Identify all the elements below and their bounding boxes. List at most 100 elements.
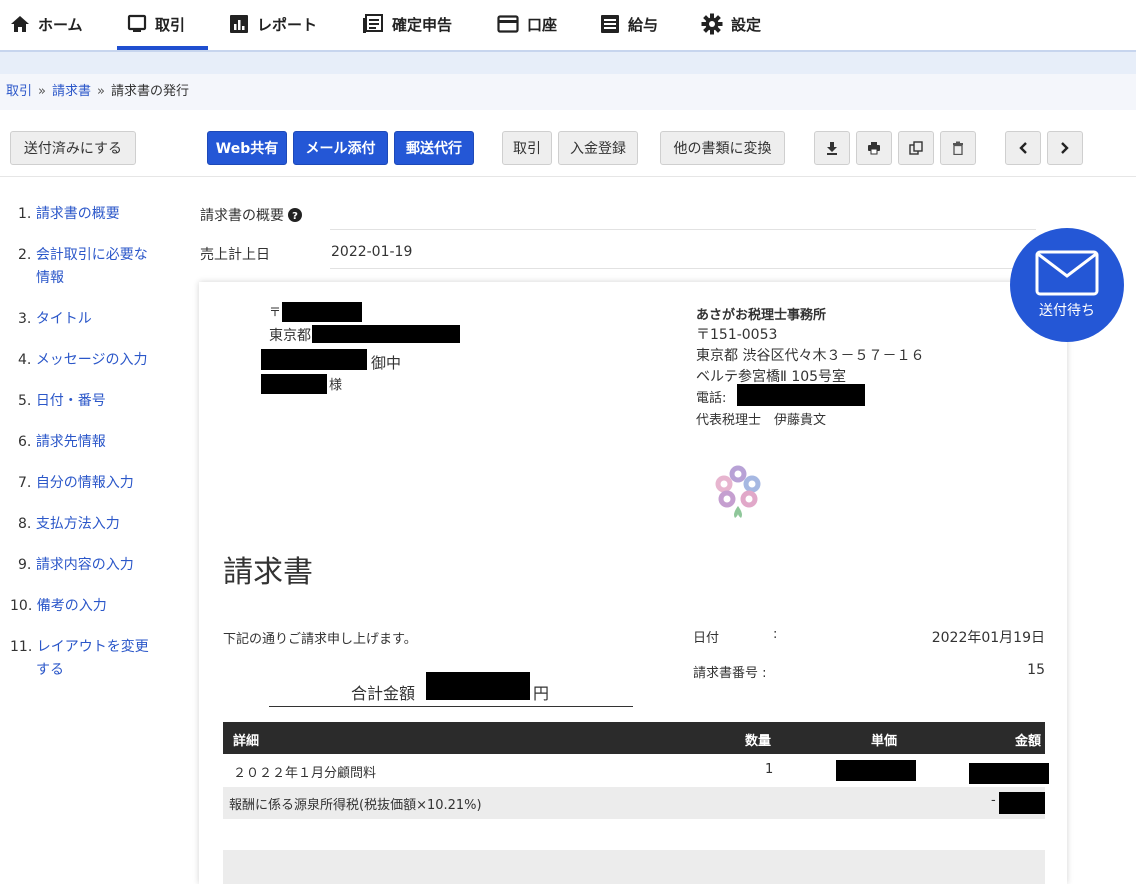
download-icon	[827, 142, 837, 155]
toolbar-divider	[0, 176, 1136, 177]
breadcrumb-separator: »	[38, 84, 46, 99]
tax-return-icon	[362, 14, 384, 34]
redacted-unit-price	[836, 760, 916, 781]
home-icon	[10, 15, 30, 33]
print-icon	[868, 142, 880, 155]
chevron-left-icon	[1019, 142, 1027, 154]
nav-report[interactable]: レポート	[229, 0, 317, 48]
nav-tax-return[interactable]: 確定申告	[362, 0, 452, 48]
copy-icon	[909, 141, 923, 155]
redacted-recipient-person	[261, 374, 327, 394]
sidebar-item-title[interactable]: 3. タイトル	[18, 308, 92, 331]
next-button[interactable]	[1047, 131, 1083, 165]
breadcrumb-invoice[interactable]: 請求書	[52, 84, 91, 99]
nav-tax-return-label: 確定申告	[392, 15, 453, 34]
recipient-prefecture: 東京都	[269, 328, 311, 344]
sidebar-item-client-info[interactable]: 6. 請求先情報	[18, 431, 106, 454]
recipient-postal-prefix: 〒	[269, 305, 282, 319]
nav-transaction[interactable]: 取引	[127, 0, 185, 48]
nav-report-label: レポート	[257, 15, 318, 34]
total-underline	[269, 706, 633, 707]
table-row: ２０２２年１月分顧問料 1	[223, 754, 1049, 787]
invoice-date-colon: :	[773, 627, 778, 642]
breadcrumb-separator: »	[97, 84, 105, 99]
breadcrumb: 取引 » 請求書 » 請求書の発行	[6, 80, 189, 99]
send-status-badge[interactable]: 送付待ち	[1010, 228, 1124, 342]
nav-settings-label: 設定	[731, 15, 762, 34]
nav-transaction-label: 取引	[155, 15, 186, 34]
top-nav: ホーム 取引 レポート 確定申告 口座 給与 設定	[0, 0, 1136, 50]
trash-icon	[953, 141, 963, 155]
issuer-postal: 〒151-0053	[696, 327, 778, 343]
nav-home-label: ホーム	[38, 15, 83, 34]
postal-proxy-button[interactable]: 郵送代行	[394, 131, 474, 165]
recipient-honorific-person: 様	[329, 378, 343, 393]
sidebar-item-own-info[interactable]: 7. 自分の情報入力	[18, 472, 134, 495]
redacted-issuer-phone	[737, 384, 865, 406]
redacted-recipient-postal	[282, 302, 362, 322]
invoice-footer-area	[223, 850, 1045, 884]
prev-button[interactable]	[1005, 131, 1041, 165]
issuer-address-line1: 東京都 渋谷区代々木３－５７－１６	[696, 348, 925, 364]
invoice-number-label: 請求書番号 :	[693, 666, 767, 681]
invoice-table-header: 詳細 数量 単価 金額	[223, 722, 1045, 754]
sidebar-item-date-number[interactable]: 5. 日付・番号	[18, 390, 106, 413]
sidebar-item-message[interactable]: 4. メッセージの入力	[18, 349, 148, 372]
convert-document-button[interactable]: 他の書類に変換	[660, 131, 785, 165]
copy-button[interactable]	[898, 131, 934, 165]
row-detail: ２０２２年１月分顧問料	[233, 766, 377, 781]
redacted-total-amount	[426, 672, 530, 700]
send-status-label: 送付待ち	[1039, 303, 1095, 319]
chevron-right-icon	[1061, 142, 1069, 154]
sidebar-item-overview[interactable]: 1. 請求書の概要	[18, 203, 120, 226]
overview-divider	[330, 229, 1036, 230]
transaction-icon	[127, 14, 147, 34]
print-button[interactable]	[856, 131, 892, 165]
invoice-preview: 〒 東京都 御中 様 あさがお税理士事務所 〒151-0053 東京都 渋谷区代…	[199, 282, 1067, 884]
redacted-recipient-company	[261, 349, 367, 370]
nav-payroll-label: 給与	[628, 15, 659, 34]
nav-account-label: 口座	[527, 15, 558, 34]
nav-settings[interactable]: 設定	[701, 0, 761, 48]
invoice-message: 下記の通りご請求申し上げます。	[223, 632, 417, 647]
mail-attach-button[interactable]: メール添付	[293, 131, 388, 165]
mark-sent-button[interactable]: 送付済みにする	[10, 131, 136, 165]
morning-glory-logo	[715, 465, 761, 518]
payment-register-button[interactable]: 入金登録	[558, 131, 638, 165]
gear-icon	[701, 13, 723, 35]
breadcrumb-transaction[interactable]: 取引	[6, 84, 32, 99]
delete-button[interactable]	[940, 131, 976, 165]
question-circle-icon[interactable]: ?	[288, 208, 303, 222]
redacted-withholding-amount	[999, 792, 1045, 814]
svg-text:?: ?	[293, 211, 299, 222]
total-amount-unit: 円	[533, 684, 550, 703]
report-icon	[229, 14, 249, 34]
total-amount-label: 合計金額	[351, 684, 416, 703]
sidebar-item-accounting-info[interactable]: 2. 会計取引に必要な 情報	[18, 244, 148, 290]
sales-date-value[interactable]: 2022-01-19	[331, 244, 412, 260]
sidebar-item-notes[interactable]: 10. 備考の入力	[10, 595, 107, 618]
invoice-number-value: 15	[1027, 662, 1045, 678]
sidebar-item-layout[interactable]: 11. レイアウトを変更 する	[10, 636, 149, 682]
row-amount-prefix: -	[991, 793, 996, 808]
nav-payroll[interactable]: 給与	[600, 0, 658, 48]
header-unit-price: 単価	[871, 734, 898, 749]
sidebar-item-invoice-content[interactable]: 9. 請求内容の入力	[18, 554, 134, 577]
invoice-title: 請求書	[223, 555, 313, 590]
account-card-icon	[497, 15, 519, 33]
recipient-honorific-company: 御中	[371, 354, 402, 372]
download-button[interactable]	[814, 131, 850, 165]
web-share-button[interactable]: Web共有	[207, 131, 287, 165]
sub-header-bar	[0, 52, 1136, 74]
issuer-name: あさがお税理士事務所	[696, 308, 827, 323]
sidebar-item-payment-method[interactable]: 8. 支払方法入力	[18, 513, 120, 536]
issuer-representative: 代表税理士 伊藤貴文	[696, 413, 827, 428]
invoice-date-label: 日付	[693, 631, 720, 646]
nav-home[interactable]: ホーム	[10, 0, 83, 48]
overview-heading: 請求書の概要 ?	[200, 205, 303, 225]
header-amount: 金額	[1014, 734, 1041, 749]
transaction-button[interactable]: 取引	[502, 131, 552, 165]
nav-account[interactable]: 口座	[497, 0, 557, 48]
row-detail: 報酬に係る源泉所得税(税抜価額×10.21%)	[229, 798, 482, 813]
redacted-recipient-address	[312, 325, 460, 343]
